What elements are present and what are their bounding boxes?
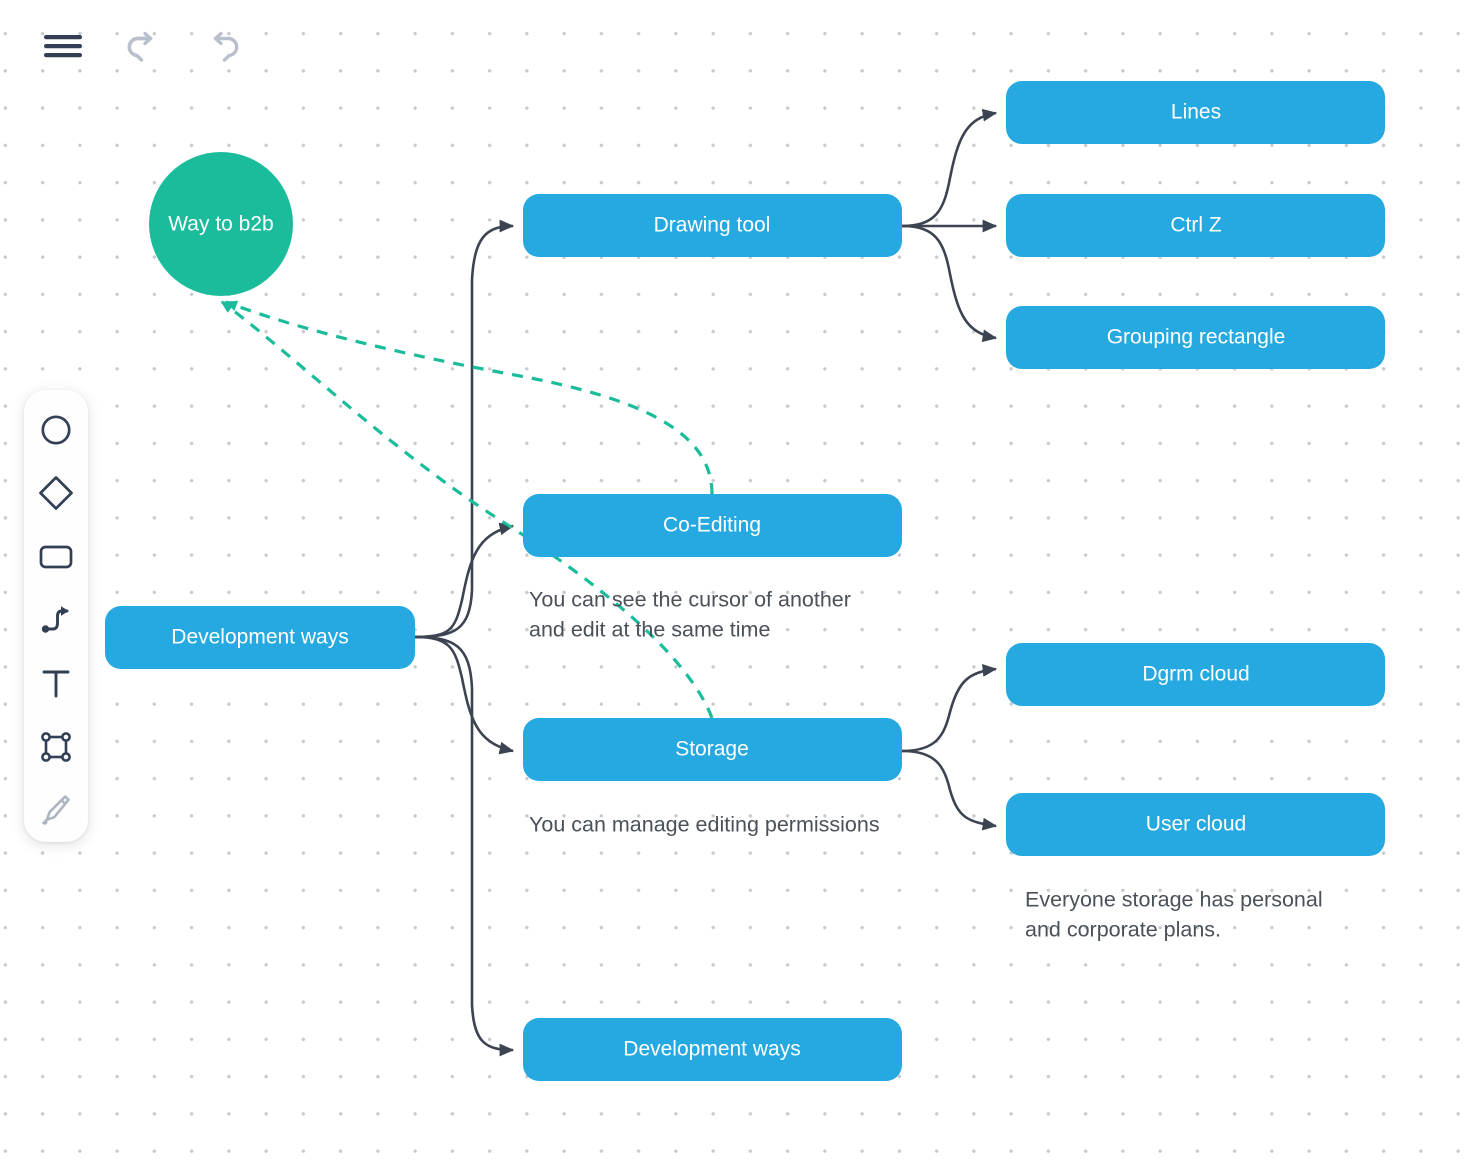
note-co-editing-line-1: You can see the cursor of another	[529, 588, 851, 612]
node-dgrm-cloud-shape[interactable]	[1006, 643, 1385, 706]
node-way-to-b2b[interactable]: Way to b2b	[149, 152, 293, 296]
note-co-editing[interactable]: You can see the cursor of another and ed…	[529, 588, 851, 642]
circle-shape-icon[interactable]	[24, 398, 88, 461]
edge-storage-to-dgrmcloud[interactable]	[901, 664, 998, 753]
diagram-canvas[interactable]: Way to b2b Development ways Drawing tool…	[0, 0, 1469, 1164]
node-way-to-b2b-shape[interactable]	[149, 152, 293, 296]
whiteboard-canvas-app[interactable]: Way to b2b Development ways Drawing tool…	[0, 0, 1469, 1164]
node-drawing-tool[interactable]: Drawing tool	[523, 194, 902, 257]
rectangle-shape-icon[interactable]	[24, 525, 88, 588]
edge-drawingtool-to-lines[interactable]	[901, 108, 998, 228]
edge-storage-to-usercloud[interactable]	[901, 749, 998, 831]
node-grouping-rectangle-shape[interactable]	[1006, 306, 1385, 369]
node-user-cloud-shape[interactable]	[1006, 793, 1385, 856]
node-lines[interactable]: Lines	[1006, 81, 1385, 144]
note-storage-line-1: You can manage editing permissions	[529, 813, 880, 837]
node-user-cloud[interactable]: User cloud	[1006, 793, 1385, 856]
edge-coediting-to-waytob2b[interactable]	[224, 300, 714, 495]
node-storage[interactable]: Storage	[523, 718, 902, 781]
text-tool-icon[interactable]	[24, 652, 88, 715]
note-clouds-line-1: Everyone storage has personal	[1025, 888, 1323, 912]
connector-arrow-icon[interactable]	[24, 588, 88, 651]
edge-group-drawing-tool	[901, 108, 998, 343]
edge-group-development-ways	[414, 219, 515, 1057]
node-lines-shape[interactable]	[1006, 81, 1385, 144]
node-ctrl-z-shape[interactable]	[1006, 194, 1385, 257]
node-co-editing[interactable]: Co-Editing	[523, 494, 902, 557]
node-development-ways-2-shape[interactable]	[523, 1018, 902, 1081]
edge-devways-to-developmentways2[interactable]	[414, 635, 515, 1057]
note-co-editing-line-2: and edit at the same time	[529, 618, 770, 642]
edge-drawingtool-to-groupingrect[interactable]	[901, 224, 998, 343]
note-clouds[interactable]: Everyone storage has personal and corpor…	[1025, 888, 1323, 942]
edge-group-storage	[901, 664, 998, 831]
diamond-shape-icon[interactable]	[24, 461, 88, 524]
edge-devways-to-drawingtool[interactable]	[414, 219, 515, 639]
note-storage[interactable]: You can manage editing permissions	[529, 813, 880, 837]
shape-tool-panel[interactable]	[24, 390, 88, 842]
node-storage-shape[interactable]	[523, 718, 902, 781]
node-development-ways-2[interactable]: Development ways	[523, 1018, 902, 1081]
frame-group-icon[interactable]	[24, 715, 88, 778]
node-ctrl-z[interactable]: Ctrl Z	[1006, 194, 1385, 257]
node-grouping-rectangle[interactable]: Grouping rectangle	[1006, 306, 1385, 369]
node-drawing-tool-shape[interactable]	[523, 194, 902, 257]
note-clouds-line-2: and corporate plans.	[1025, 918, 1221, 942]
node-development-ways-shape[interactable]	[105, 606, 415, 669]
highlighter-pen-icon[interactable]	[24, 779, 88, 842]
node-co-editing-shape[interactable]	[523, 494, 902, 557]
node-dgrm-cloud[interactable]: Dgrm cloud	[1006, 643, 1385, 706]
node-development-ways[interactable]: Development ways	[105, 606, 415, 669]
